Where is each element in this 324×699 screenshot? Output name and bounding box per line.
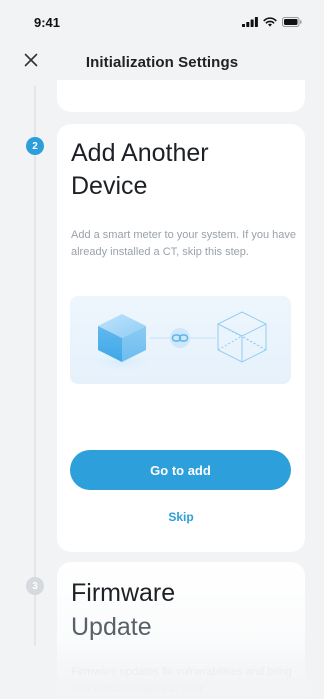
status-icons [242,17,302,27]
step-title: Firmware [71,579,176,607]
skip-link[interactable]: Skip [57,510,305,524]
wireframe-cube-icon [216,311,268,363]
step-description: Firmware updates fix vulnerabilities and… [71,666,292,695]
status-time: 9:41 [34,14,61,30]
go-to-add-button[interactable]: Go to add [70,450,291,490]
step-card-firmware-update: Firmware Update Firmware updates fix vul… [57,562,305,699]
status-bar: 9:41 [0,0,324,44]
timeline-line [34,86,36,646]
header: Initialization Settings [0,44,324,80]
page-title: Initialization Settings [85,53,239,71]
step-card-add-device: Add Another Device Add a smart meter to … [57,124,305,552]
step-description: Add a smart meter to your system. If you… [71,229,296,258]
close-button[interactable] [20,51,42,73]
step-title-continued: Device [71,172,148,200]
step-badge-3: 3 [26,577,44,595]
device-link-illustration [70,296,291,384]
close-icon[interactable] [24,53,38,72]
battery-icon [282,17,302,27]
link-icon [170,328,190,348]
wifi-icon [263,17,277,27]
signal-icon [242,17,258,27]
step-badge-2: 2 [26,137,44,155]
step-title-continued: Update [71,613,152,641]
previous-step-card [57,80,305,112]
step-title: Add Another [71,139,209,167]
